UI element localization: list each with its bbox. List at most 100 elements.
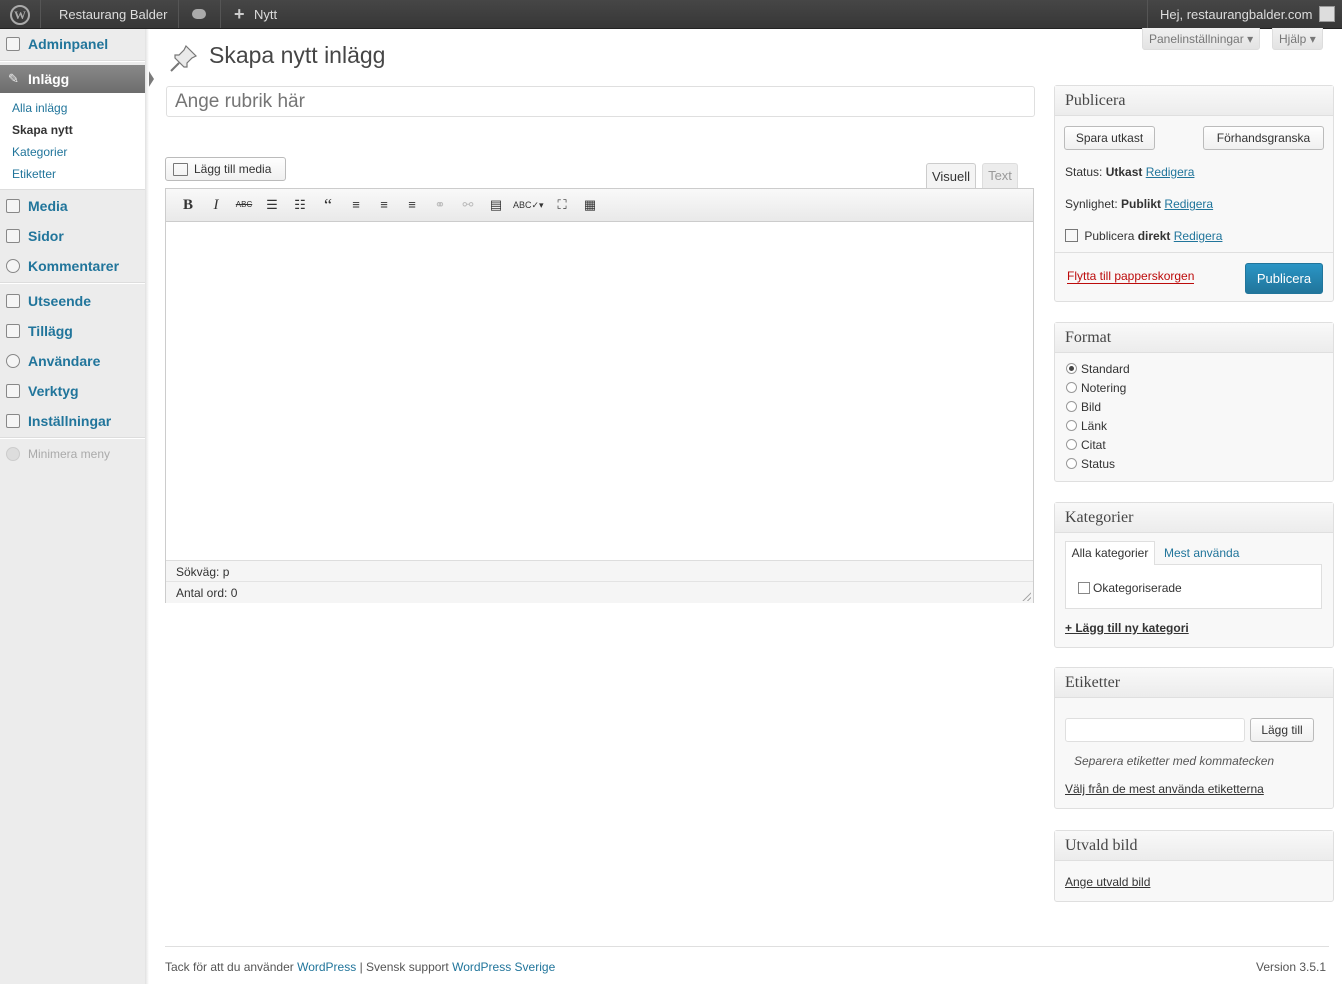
wordpress-sverige-link[interactable]: WordPress Sverige: [452, 960, 555, 974]
italic-icon[interactable]: I: [205, 194, 227, 216]
schedule-value: direkt: [1137, 229, 1171, 243]
wordpress-link[interactable]: WordPress: [297, 960, 356, 974]
tags-box-header[interactable]: Etiketter: [1055, 668, 1333, 698]
visibility-row: Synlighet: Publikt Redigera: [1065, 197, 1213, 211]
site-name-link[interactable]: Restaurang Balder: [59, 0, 167, 28]
users-icon: [6, 354, 20, 368]
format-label: Länk: [1081, 419, 1108, 433]
submenu-all-posts[interactable]: Alla inlägg: [12, 101, 67, 115]
media-icon: [173, 163, 188, 176]
spellcheck-icon[interactable]: ABC✓▾: [513, 194, 544, 216]
status-row: Status: Utkast Redigera: [1065, 165, 1194, 179]
featured-image-box-header[interactable]: Utvald bild: [1055, 831, 1333, 861]
pushpin-icon: [168, 42, 200, 74]
menu-item-users[interactable]: Användare: [0, 346, 145, 376]
box-title: Utvald bild: [1065, 837, 1138, 854]
plus-icon[interactable]: +: [234, 0, 245, 28]
blockquote-icon[interactable]: “: [317, 194, 339, 216]
format-radio-standard[interactable]: [1066, 363, 1077, 374]
add-media-button[interactable]: Lägg till media: [165, 157, 286, 181]
set-featured-image-link[interactable]: Ange utvald bild: [1065, 875, 1150, 889]
add-tag-button[interactable]: Lägg till: [1250, 718, 1314, 742]
box-title: Etiketter: [1065, 674, 1121, 691]
menu-item-tools[interactable]: Verktyg: [0, 376, 145, 406]
edit-status-link[interactable]: Redigera: [1146, 165, 1195, 179]
submenu-tags[interactable]: Etiketter: [12, 167, 56, 181]
preview-button[interactable]: Förhandsgranska: [1203, 126, 1324, 150]
menu-item-dashboard[interactable]: Adminpanel: [0, 29, 145, 59]
editor-content-area[interactable]: [166, 222, 1033, 560]
menu-label: Minimera meny: [28, 447, 111, 461]
tags-hint: Separera etiketter med kommatecken: [1074, 754, 1275, 768]
post-title-input[interactable]: [166, 86, 1035, 117]
account-greeting[interactable]: Hej, restaurangbalder.com: [1160, 0, 1312, 28]
submenu-add-new[interactable]: Skapa nytt: [12, 123, 73, 137]
tab-visual[interactable]: Visuell: [926, 163, 976, 189]
help-button[interactable]: Hjälp ▾: [1272, 28, 1323, 50]
publish-box-header[interactable]: Publicera: [1055, 86, 1333, 116]
tab-most-used[interactable]: Mest använda: [1164, 546, 1239, 560]
menu-item-plugins[interactable]: Tillägg: [0, 316, 145, 346]
collapse-menu-button[interactable]: Minimera meny: [0, 439, 145, 469]
fullscreen-icon[interactable]: ⛶: [551, 194, 573, 216]
bold-icon[interactable]: B: [177, 194, 199, 216]
bullet-list-icon[interactable]: ☰: [261, 194, 283, 216]
sidebar-shadow: [145, 29, 149, 984]
menu-label: Inlägg: [28, 71, 70, 87]
submenu-categories[interactable]: Kategorier: [12, 145, 67, 159]
tag-input[interactable]: [1065, 718, 1245, 742]
menu-item-comments[interactable]: Kommentarer: [0, 251, 145, 281]
avatar[interactable]: [1319, 6, 1335, 22]
wordpress-logo-icon[interactable]: W: [10, 5, 30, 25]
status-label: Status:: [1065, 165, 1103, 179]
resize-handle-icon[interactable]: [1022, 592, 1031, 601]
format-radio-status[interactable]: [1066, 458, 1077, 469]
format-radio-link[interactable]: [1066, 420, 1077, 431]
add-new-category-link[interactable]: + Lägg till ny kategori: [1065, 621, 1189, 635]
word-count: Antal ord: 0: [176, 586, 238, 600]
move-to-trash-link[interactable]: Flytta till papperskorgen: [1067, 269, 1195, 284]
menu-item-posts[interactable]: ✎ Inlägg: [0, 65, 145, 93]
pin-icon: ✎: [8, 71, 19, 86]
menu-item-media[interactable]: Media: [0, 191, 145, 221]
plugins-icon: [6, 324, 20, 338]
menu-label: Sidor: [28, 228, 64, 244]
format-label: Citat: [1081, 438, 1106, 452]
unlink-icon[interactable]: ⚯: [457, 194, 479, 216]
format-radio-aside[interactable]: [1066, 382, 1077, 393]
comments-icon[interactable]: [192, 9, 206, 19]
category-checkbox-uncategorized[interactable]: [1078, 582, 1090, 594]
publish-button[interactable]: Publicera: [1245, 263, 1323, 294]
strikethrough-icon[interactable]: ABC: [233, 194, 255, 216]
align-right-icon[interactable]: ≡: [401, 194, 423, 216]
version-text: Version 3.5.1: [1256, 960, 1327, 974]
choose-popular-tags-link[interactable]: Välj från de mest använda etiketterna: [1065, 782, 1264, 796]
edit-visibility-link[interactable]: Redigera: [1164, 197, 1213, 211]
menu-label: Kommentarer: [28, 258, 120, 274]
footer-separator: | Svensk support: [359, 960, 449, 974]
align-center-icon[interactable]: ≡: [373, 194, 395, 216]
format-radio-quote[interactable]: [1066, 439, 1077, 450]
tab-text[interactable]: Text: [982, 163, 1018, 188]
tab-all-categories[interactable]: Alla kategorier: [1065, 541, 1155, 565]
numbered-list-icon[interactable]: ☷: [289, 194, 311, 216]
link-icon[interactable]: ⚭: [429, 194, 451, 216]
kitchen-sink-icon[interactable]: ▦: [579, 194, 601, 216]
posts-submenu: Alla inlägg Skapa nytt Kategorier Etiket…: [0, 93, 145, 190]
edit-schedule-link[interactable]: Redigera: [1174, 229, 1223, 243]
format-radio-image[interactable]: [1066, 401, 1077, 412]
save-draft-button[interactable]: Spara utkast: [1064, 126, 1155, 150]
footer-credits: Tack för att du använder WordPress | Sve…: [165, 960, 555, 974]
align-left-icon[interactable]: ≡: [345, 194, 367, 216]
format-box-header[interactable]: Format: [1055, 323, 1333, 353]
categories-box-header[interactable]: Kategorier: [1055, 503, 1333, 533]
screen-options-button[interactable]: Panelinställningar ▾: [1142, 28, 1261, 50]
menu-item-settings[interactable]: Inställningar: [0, 406, 145, 436]
divider: [40, 0, 41, 28]
new-content-link[interactable]: Nytt: [254, 0, 277, 28]
box-title: Publicera: [1065, 92, 1126, 109]
menu-item-pages[interactable]: Sidor: [0, 221, 145, 251]
more-tag-icon[interactable]: ▤: [485, 194, 507, 216]
menu-item-appearance[interactable]: Utseende: [0, 286, 145, 316]
publish-box: Publicera Spara utkast Förhandsgranska S…: [1054, 85, 1334, 302]
